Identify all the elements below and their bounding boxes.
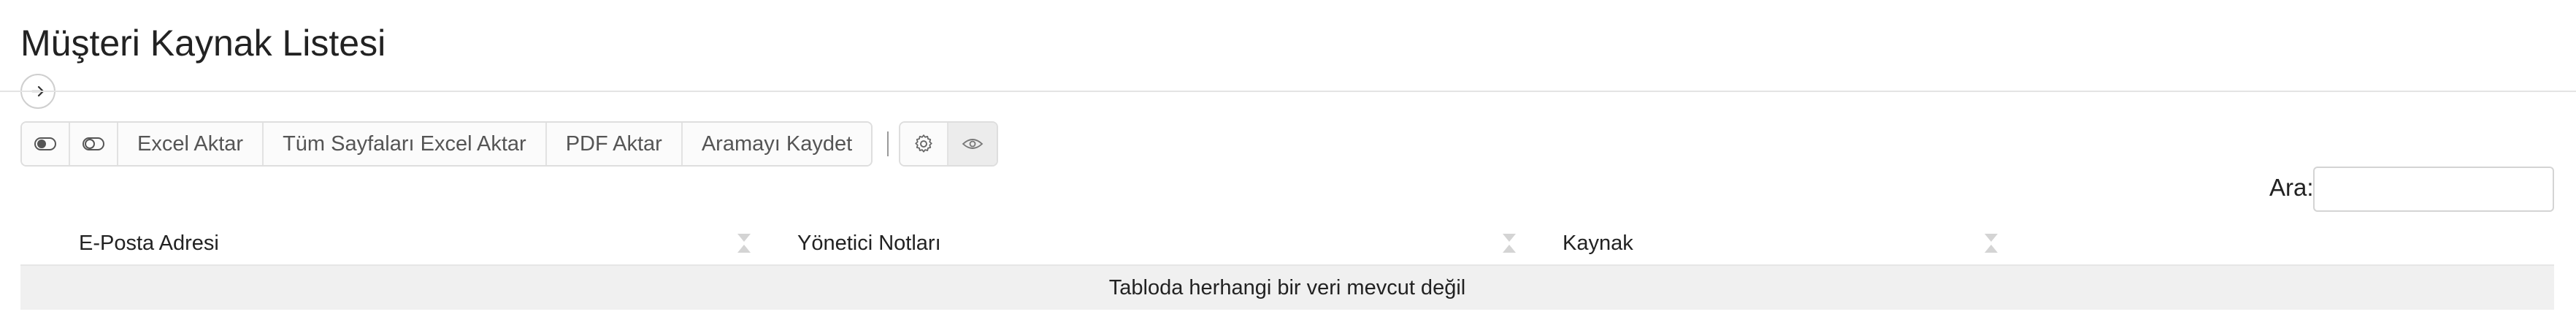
toolbar-separator bbox=[887, 131, 889, 156]
column-header-label: E-Posta Adresi bbox=[79, 231, 219, 255]
sort-icon[interactable] bbox=[1983, 232, 1999, 254]
column-visibility-button[interactable] bbox=[948, 123, 997, 165]
column-header-label: Yönetici Notları bbox=[797, 231, 941, 255]
title-divider bbox=[0, 91, 2576, 92]
toggle-on-icon bbox=[34, 137, 56, 150]
export-button-group: Excel Aktar Tüm Sayfaları Excel Aktar PD… bbox=[20, 121, 873, 167]
pdf-export-button[interactable]: PDF Aktar bbox=[546, 123, 683, 165]
page-title: Müşteri Kaynak Listesi bbox=[20, 23, 386, 64]
sort-icon[interactable] bbox=[1501, 232, 1517, 254]
table-header: E-Posta Adresi Yönetici Notları Kaynak bbox=[20, 222, 2158, 264]
toggle-all-button[interactable] bbox=[22, 123, 70, 165]
save-search-button[interactable]: Aramayı Kaydet bbox=[682, 123, 872, 165]
gear-icon bbox=[915, 134, 932, 153]
column-header-source[interactable]: Kaynak bbox=[1533, 222, 2015, 264]
column-header-label: Kaynak bbox=[1563, 231, 1633, 255]
table-empty-message: Tabloda herhangi bir veri mevcut değil bbox=[20, 264, 2554, 310]
column-header-actions bbox=[2015, 222, 2158, 264]
settings-button[interactable] bbox=[900, 123, 949, 165]
search-input[interactable] bbox=[2313, 167, 2554, 212]
view-button-group bbox=[899, 121, 999, 167]
toolbar: Excel Aktar Tüm Sayfaları Excel Aktar PD… bbox=[20, 121, 999, 167]
sort-icon[interactable] bbox=[736, 232, 752, 254]
toggle-none-button[interactable] bbox=[70, 123, 118, 165]
toggle-off-icon bbox=[83, 137, 104, 150]
search-label: Ara: bbox=[2269, 174, 2314, 201]
excel-export-all-pages-button[interactable]: Tüm Sayfaları Excel Aktar bbox=[264, 123, 547, 165]
excel-export-button[interactable]: Excel Aktar bbox=[118, 123, 264, 165]
eye-icon bbox=[962, 139, 984, 149]
column-header-admin-notes[interactable]: Yönetici Notları bbox=[768, 222, 1533, 264]
column-header-email[interactable]: E-Posta Adresi bbox=[20, 222, 768, 264]
